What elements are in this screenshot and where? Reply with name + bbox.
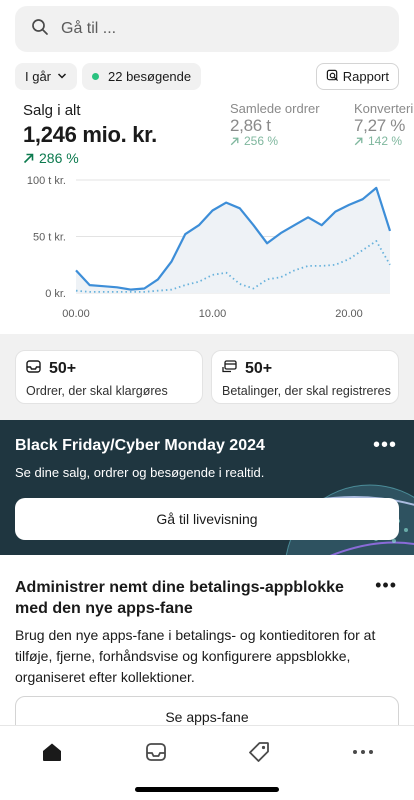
home-icon[interactable] [40, 740, 64, 764]
live-dot-icon [92, 73, 99, 80]
metric-change: 256 % [230, 134, 278, 148]
arrow-up-right-icon [230, 137, 239, 145]
promo-title: Black Friday/Cyber Monday 2024 [15, 437, 265, 454]
bottom-tab-bar [0, 725, 414, 800]
metric-change: 142 % [354, 134, 402, 148]
y-tick-label: 0 kr. [45, 288, 66, 300]
payments-to-capture-card[interactable]: 50+ Betalinger, der skal registreres [211, 350, 399, 404]
arrow-up-right-icon [354, 137, 363, 145]
metric-label: Salg i alt [23, 102, 81, 119]
x-tick-label: 10.00 [199, 308, 227, 320]
report-button[interactable]: Rapport [315, 63, 399, 90]
report-icon [326, 69, 343, 85]
metric-change-value: 286 % [39, 150, 79, 166]
inbox-icon[interactable] [144, 740, 168, 764]
payment-icon [222, 359, 245, 379]
y-tick-label: 100 t kr. [27, 175, 66, 187]
bfcm-promo-banner: Black Friday/Cyber Monday 2024 Se dine s… [0, 420, 414, 555]
chevron-down-icon [51, 69, 67, 84]
more-options-icon[interactable]: ••• [373, 434, 397, 457]
more-options-icon[interactable]: ••• [375, 575, 397, 596]
orders-to-fulfill-card[interactable]: 50+ Ordrer, der skal klargøres [15, 350, 203, 404]
search-bar[interactable]: Gå til ... [15, 6, 399, 52]
series-area [76, 187, 390, 293]
date-range-selector[interactable]: I går [15, 63, 78, 90]
search-placeholder: Gå til ... [61, 20, 117, 37]
tag-icon[interactable] [247, 740, 271, 764]
feature-announcement-card: Administrer nemt dine betalings-appblokk… [0, 555, 414, 738]
home-indicator [135, 787, 279, 792]
arrow-up-right-icon [23, 153, 34, 163]
metric-change-value: 256 % [244, 134, 279, 148]
metric-label: Konvertering [354, 101, 414, 116]
live-visitors-chip[interactable]: 22 besøgende [82, 63, 202, 90]
search-icon [31, 18, 49, 41]
metric-value: 1,246 mio. kr. [23, 122, 157, 147]
x-tick-label: 00.00 [62, 308, 90, 320]
task-label: Ordrer, der skal klargøres [26, 384, 168, 398]
live-view-button[interactable]: Gå til livevisning [15, 498, 399, 540]
report-label: Rapport [342, 69, 389, 84]
more-icon[interactable] [351, 740, 375, 764]
metric-value: 7,27 % [354, 116, 406, 135]
promo-subtitle: Se dine salg, ordrer og besøgende i real… [15, 465, 265, 480]
feature-body: Brug den nye apps-fane i betalings- og k… [15, 627, 376, 685]
feature-title: Administrer nemt dine betalings-appblokk… [15, 579, 344, 617]
date-range-label: I går [25, 69, 52, 84]
sales-line-chart: 100 t kr. 50 t kr. 0 kr. 00.00 10.00 20.00 [27, 175, 392, 320]
y-tick-label: 50 t kr. [33, 232, 66, 244]
task-count: 50+ [245, 360, 273, 377]
metric-change: 286 % [23, 150, 79, 166]
x-tick-label: 20.00 [335, 308, 363, 320]
task-count: 50+ [49, 360, 77, 377]
metric-change-value: 142 % [368, 134, 403, 148]
task-label: Betalinger, der skal registreres [222, 384, 391, 398]
metric-value: 2,86 t [230, 116, 271, 135]
inbox-icon [26, 359, 49, 379]
visitors-label: 22 besøgende [108, 69, 192, 84]
metric-label: Samlede ordrer [230, 101, 320, 116]
